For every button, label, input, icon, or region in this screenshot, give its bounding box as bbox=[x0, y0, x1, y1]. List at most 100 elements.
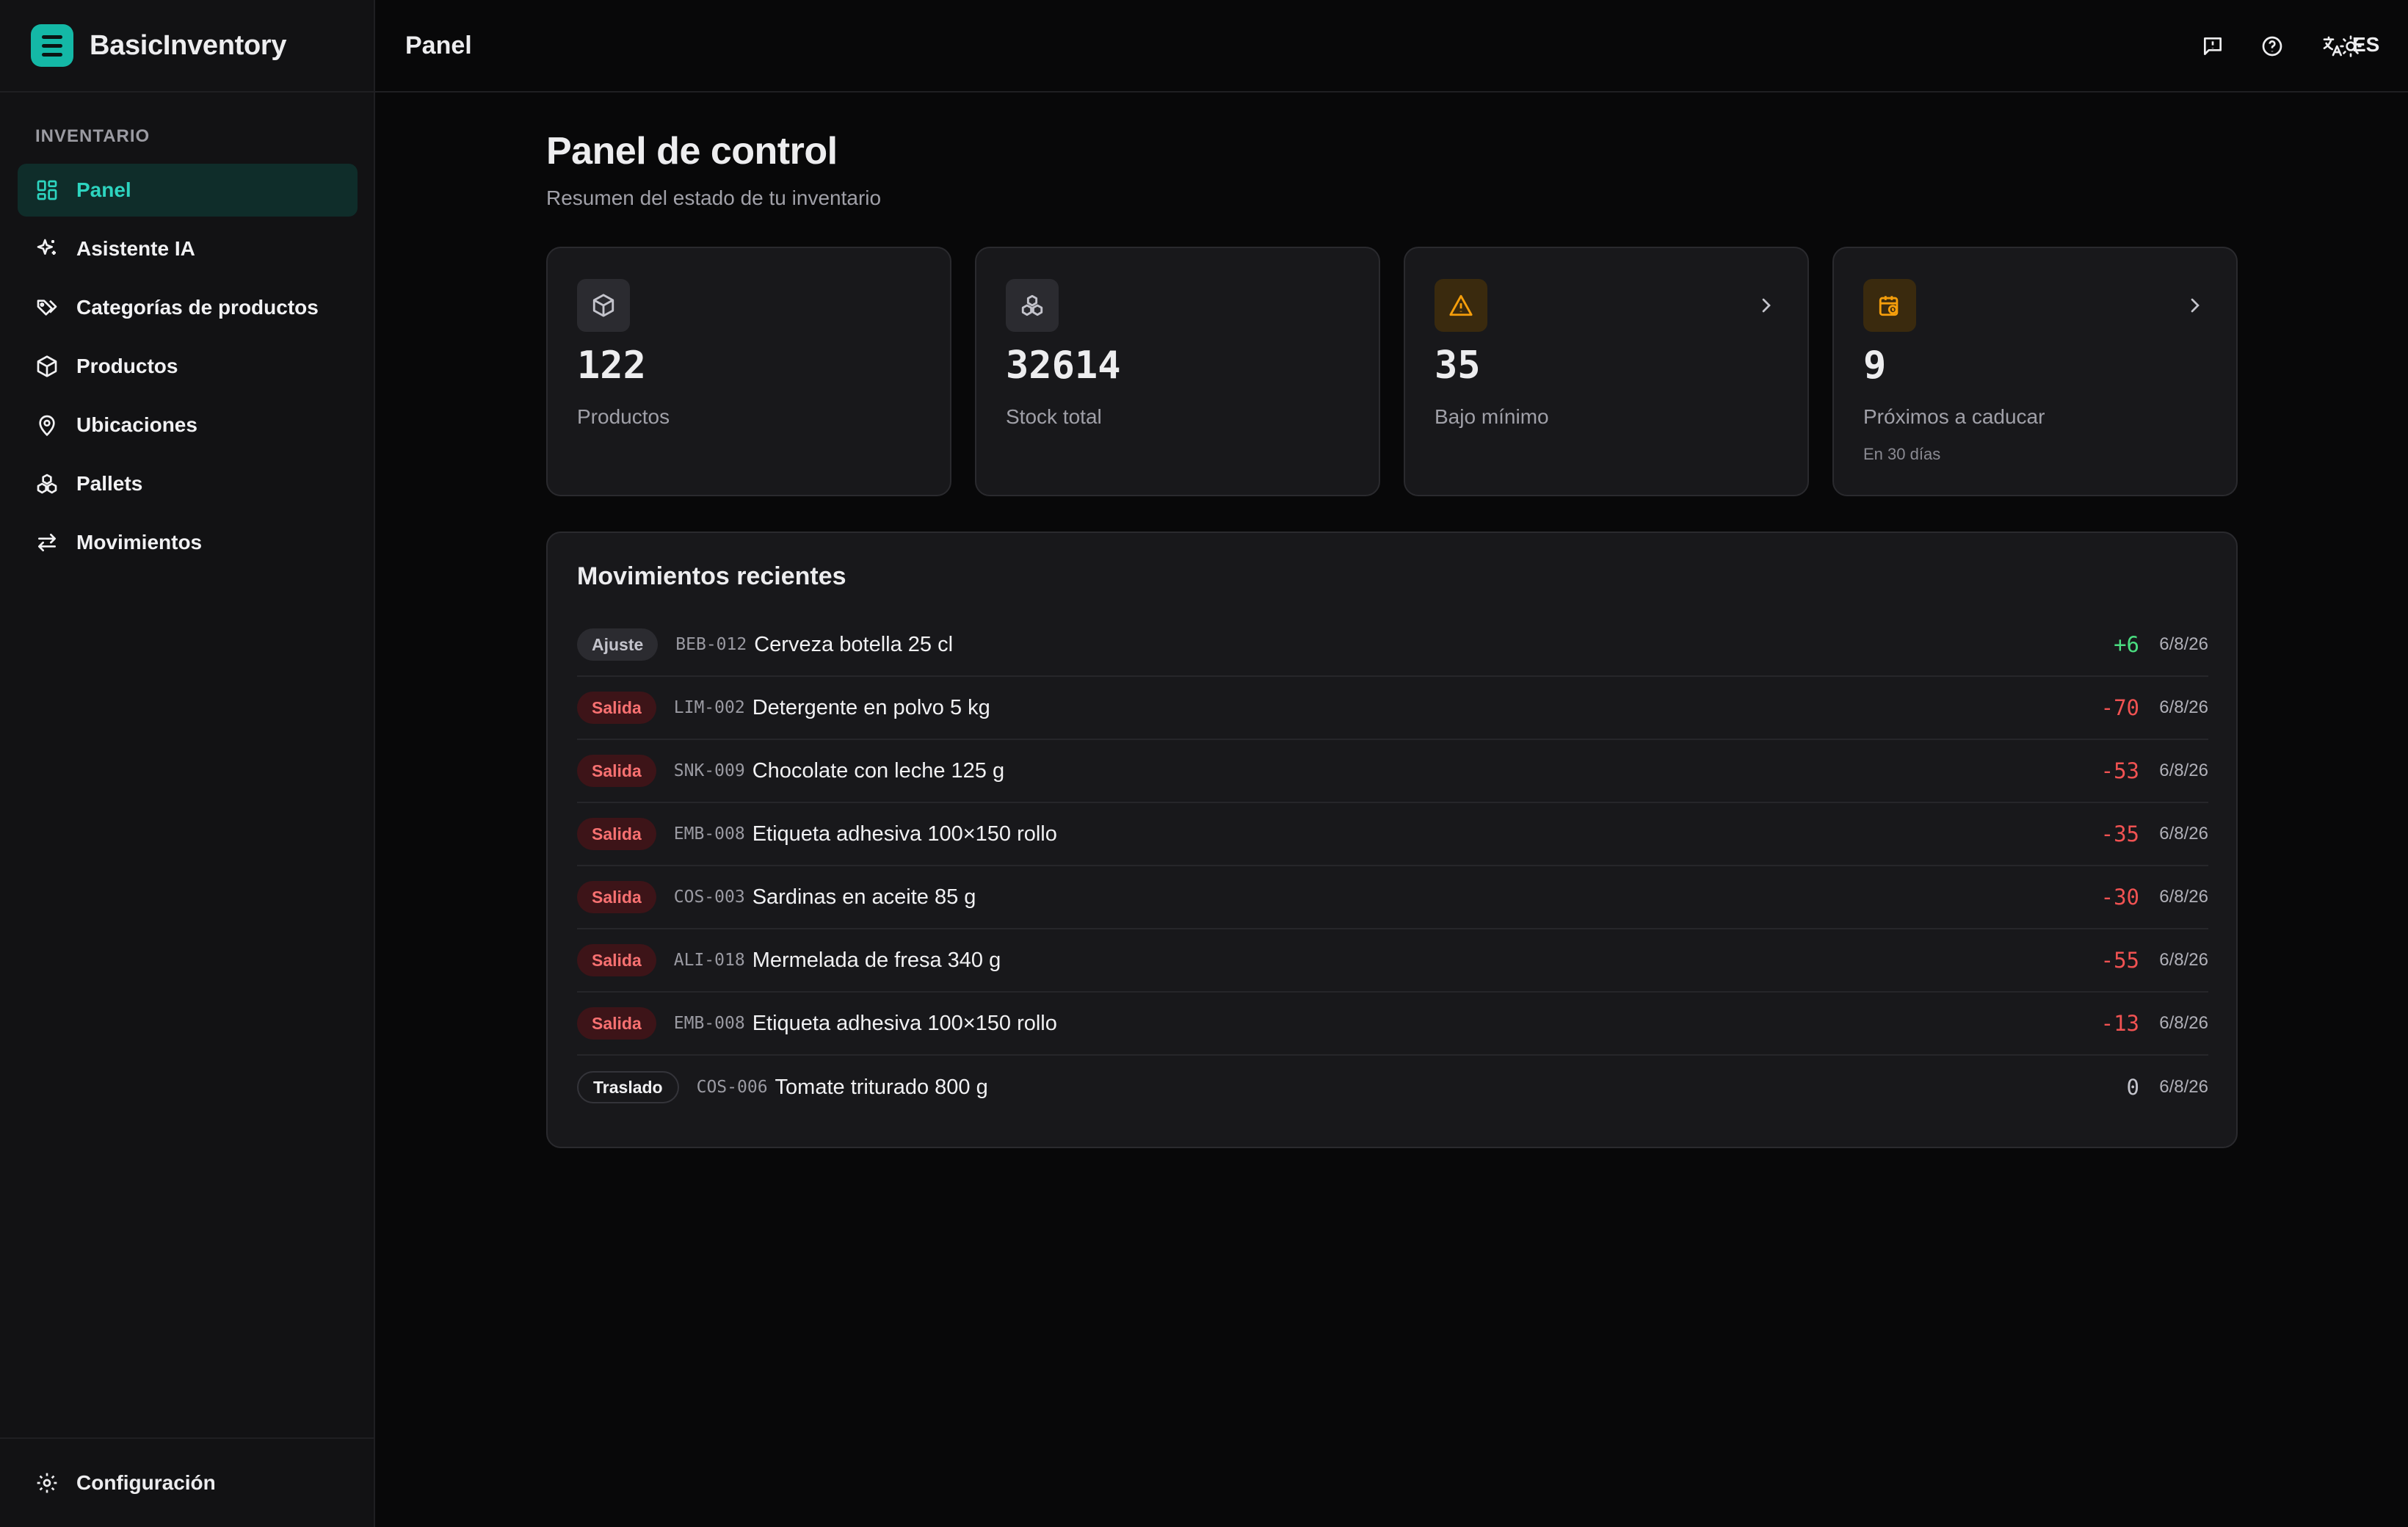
recent-movements-list: Ajuste BEB-012 Cerveza botella 25 cl +6 6/8/… bbox=[577, 614, 2208, 1119]
stat-card-proximos-caducar[interactable]: 9 Próximos a caducar En 30 días bbox=[1832, 247, 2238, 496]
movement-row[interactable]: Salida SNK-009 Chocolate con leche 125 g -5… bbox=[577, 740, 2208, 803]
chevron-right-icon[interactable] bbox=[2183, 294, 2207, 317]
page-subtitle: Resumen del estado de tu inventario bbox=[546, 186, 882, 209]
help-icon bbox=[2262, 36, 2282, 57]
product-name: Cerveza botella 25 cl bbox=[754, 632, 954, 656]
movement-row[interactable]: Salida COS-003 Sardinas en aceite 85 g -30 6… bbox=[577, 866, 2208, 929]
movement-quantity: -30 bbox=[2100, 885, 2139, 910]
stat-icon-wrap bbox=[1435, 279, 1487, 332]
tags-icon bbox=[37, 300, 57, 316]
sparkles-icon bbox=[37, 239, 56, 255]
help-button[interactable] bbox=[2258, 32, 2287, 61]
stat-icon-wrap bbox=[1863, 279, 1916, 332]
movement-date: 6/8/26 bbox=[2159, 761, 2208, 780]
brand[interactable]: BasicInventory bbox=[0, 0, 374, 93]
sidebar-item-pallets[interactable]: Pallets bbox=[18, 457, 358, 510]
sidebar-item-productos[interactable]: Productos bbox=[18, 340, 358, 393]
movement-row[interactable]: Traslado COS-006 Tomate triturado 800 g 0 6/… bbox=[577, 1056, 2208, 1119]
stat-sublabel: En 30 días bbox=[1863, 445, 1941, 463]
gear-icon bbox=[37, 1473, 57, 1493]
main-content: Panel de control Resumen del estado de t… bbox=[546, 129, 2238, 1148]
product-sku: COS-003 bbox=[673, 888, 745, 907]
sidebar-item-label: Productos bbox=[76, 355, 178, 377]
movement-row[interactable]: Salida ALI-018 Mermelada de fresa 340 g -55… bbox=[577, 929, 2208, 993]
product-sku: LIM-002 bbox=[673, 698, 745, 717]
sidebar-item-label: Ubicaciones bbox=[76, 413, 197, 436]
product-name: Mermelada de fresa 340 g bbox=[752, 948, 1001, 972]
sidebar-item-movimientos[interactable]: Movimientos bbox=[18, 516, 358, 569]
boxes-icon bbox=[37, 474, 57, 494]
movement-quantity: +6 bbox=[2114, 632, 2139, 657]
boxes-icon bbox=[1021, 294, 1043, 316]
topbar: Panel ES bbox=[375, 0, 2408, 93]
product-name: Tomate triturado 800 g bbox=[775, 1075, 988, 1099]
movement-row[interactable]: Salida LIM-002 Detergente en polvo 5 kg -70… bbox=[577, 677, 2208, 740]
theme-toggle-button[interactable] bbox=[2336, 32, 2365, 61]
warning-icon bbox=[1449, 294, 1473, 316]
feedback-icon bbox=[2204, 37, 2222, 55]
app-name: BasicInventory bbox=[90, 29, 287, 61]
stat-card-stock-total: 32614 Stock total bbox=[975, 247, 1380, 496]
sidebar-item-asistente-ia[interactable]: Asistente IA bbox=[18, 222, 358, 275]
stat-value: 9 bbox=[1863, 344, 1887, 388]
movement-quantity: -35 bbox=[2100, 821, 2139, 846]
recent-movements-title: Movimientos recientes bbox=[577, 562, 846, 590]
stat-label: Stock total bbox=[1006, 405, 1102, 428]
recent-movements-card: Movimientos recientes Ajuste BEB-012 Cerve… bbox=[546, 532, 2238, 1148]
movement-quantity: -70 bbox=[2100, 695, 2139, 720]
page-title: Panel de control bbox=[546, 130, 838, 173]
chevron-right-icon[interactable] bbox=[1755, 294, 1778, 317]
movement-type-badge: Salida bbox=[577, 755, 656, 787]
sidebar-item-label: Panel bbox=[76, 178, 131, 201]
movement-date: 6/8/26 bbox=[2159, 1013, 2208, 1033]
calendar-clock-icon bbox=[1879, 296, 1899, 316]
box-icon bbox=[37, 355, 57, 377]
movement-row[interactable]: Salida EMB-008 Etiqueta adhesiva 100×150 r… bbox=[577, 803, 2208, 866]
sun-icon bbox=[2340, 35, 2362, 57]
sidebar-item-label: Categorías de productos bbox=[76, 296, 319, 319]
stat-value: 35 bbox=[1435, 344, 1481, 388]
sidebar-item-label: Asistente IA bbox=[76, 237, 195, 260]
settings-label: Configuración bbox=[76, 1471, 216, 1494]
product-name: Sardinas en aceite 85 g bbox=[752, 885, 976, 909]
stats-row: 122 Productos 32614 Stock total 35 Bajo … bbox=[546, 247, 2238, 496]
movement-row[interactable]: Ajuste BEB-012 Cerveza botella 25 cl +6 6/8/… bbox=[577, 614, 2208, 677]
stat-icon-wrap bbox=[577, 279, 630, 332]
product-sku: COS-006 bbox=[696, 1078, 768, 1097]
feedback-button[interactable] bbox=[2198, 32, 2227, 61]
stat-icon-wrap bbox=[1006, 279, 1059, 332]
movement-quantity: -53 bbox=[2100, 758, 2139, 783]
movement-date: 6/8/26 bbox=[2159, 1077, 2208, 1097]
movement-quantity: -13 bbox=[2100, 1011, 2139, 1036]
movement-row[interactable]: Salida EMB-008 Etiqueta adhesiva 100×150 r… bbox=[577, 993, 2208, 1056]
movement-date: 6/8/26 bbox=[2159, 634, 2208, 654]
stat-card-bajo-minimo[interactable]: 35 Bajo mínimo bbox=[1404, 247, 1809, 496]
stat-value: 32614 bbox=[1006, 344, 1121, 388]
movement-date: 6/8/26 bbox=[2159, 697, 2208, 717]
sidebar-item-categorias[interactable]: Categorías de productos bbox=[18, 281, 358, 334]
movement-type-badge: Salida bbox=[577, 881, 656, 913]
movement-type-badge: Salida bbox=[577, 1007, 656, 1040]
product-name: Chocolate con leche 125 g bbox=[752, 758, 1005, 783]
map-pin-icon bbox=[39, 415, 55, 437]
product-sku: EMB-008 bbox=[673, 824, 745, 844]
logo-icon bbox=[31, 24, 73, 67]
box-icon bbox=[592, 294, 614, 317]
product-name: Etiqueta adhesiva 100×150 rollo bbox=[752, 821, 1057, 846]
stat-value: 122 bbox=[577, 344, 646, 388]
product-name: Etiqueta adhesiva 100×150 rollo bbox=[752, 1011, 1057, 1035]
sidebar-item-ubicaciones[interactable]: Ubicaciones bbox=[18, 399, 358, 451]
settings-link[interactable]: Configuración bbox=[0, 1437, 374, 1527]
sidebar-nav: Panel Asistente IA Categorías de product… bbox=[18, 164, 358, 575]
sidebar-item-panel[interactable]: Panel bbox=[18, 164, 358, 217]
dashboard-icon bbox=[37, 180, 57, 200]
product-sku: ALI-018 bbox=[673, 951, 745, 970]
stat-label: Bajo mínimo bbox=[1435, 405, 1549, 428]
sidebar-item-label: Movimientos bbox=[76, 531, 203, 554]
movement-date: 6/8/26 bbox=[2159, 824, 2208, 844]
movement-type-badge: Salida bbox=[577, 692, 656, 724]
nav-section-label: INVENTARIO bbox=[35, 126, 150, 146]
sidebar: BasicInventory INVENTARIO Panel Asistent… bbox=[0, 0, 375, 1527]
movement-type-badge: Traslado bbox=[577, 1071, 679, 1103]
topbar-title: Panel bbox=[405, 31, 472, 59]
